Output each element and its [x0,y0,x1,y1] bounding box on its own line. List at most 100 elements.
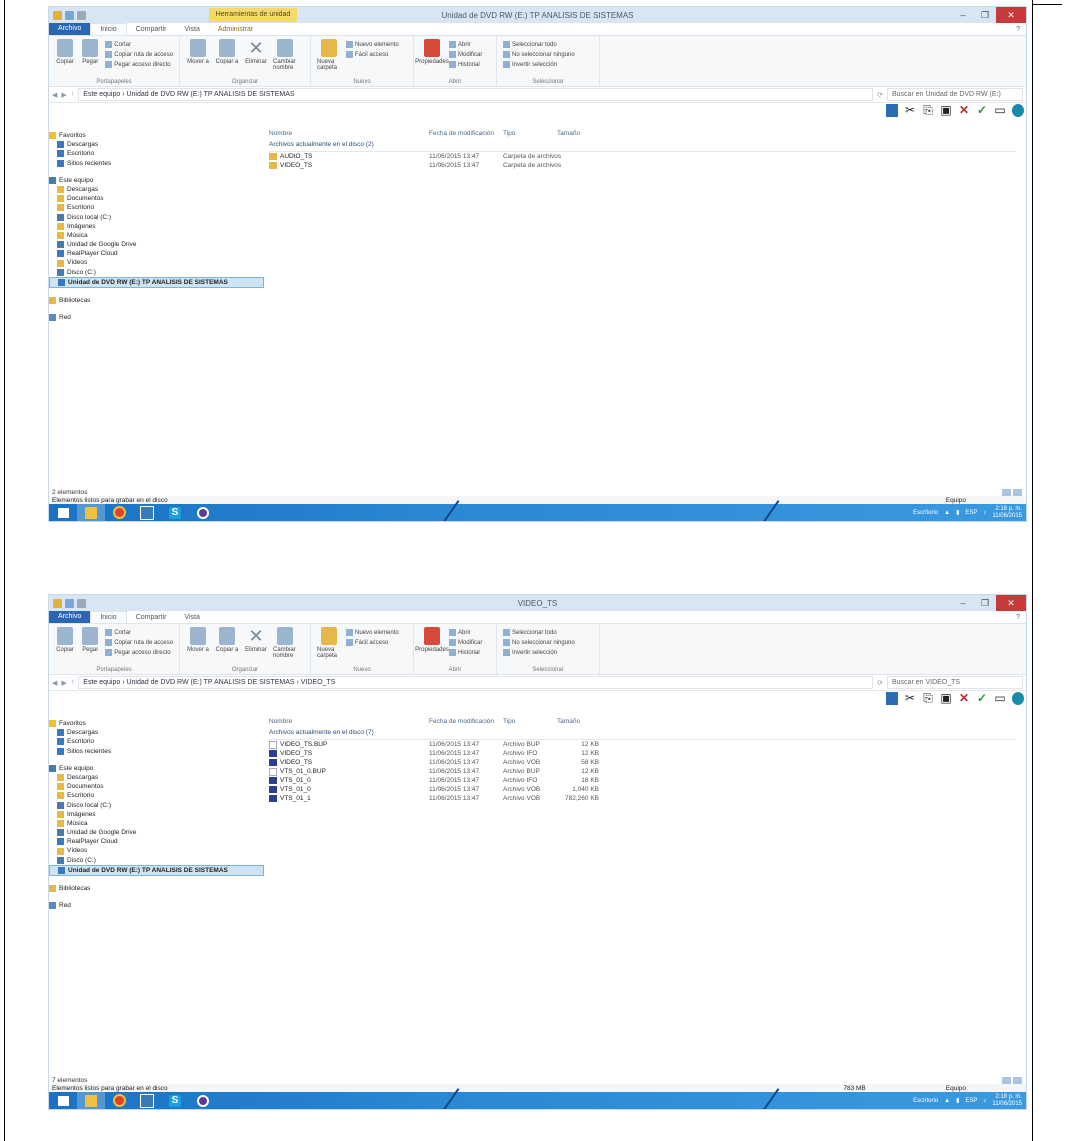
nav-local-disk[interactable]: Disco local (C:) [49,801,264,810]
refresh-button[interactable]: ⟳ [877,679,883,687]
desktop-toolbar[interactable]: Escritorio [913,510,938,516]
nav-pc-desktop[interactable]: Escritorio [49,203,264,212]
easy-access-button[interactable]: Fácil acceso [346,51,399,58]
back-button[interactable]: ◀ [52,91,57,99]
taskbar-chrome[interactable] [105,504,133,521]
start-button[interactable] [49,504,77,521]
paste-icon[interactable]: ▣ [940,692,952,705]
nav-documents[interactable]: Documentos [49,194,264,203]
nav-pc-downloads[interactable]: Descargas [49,185,264,194]
column-date[interactable]: Fecha de modificación [429,717,503,727]
nav-libraries[interactable]: Bibliotecas [49,296,264,305]
nav-desktop[interactable]: Escritorio [49,737,264,746]
nav-libraries[interactable]: Bibliotecas [49,884,264,893]
taskbar-explorer[interactable] [77,504,105,521]
check-icon[interactable]: ✓ [976,104,988,117]
nav-favorites[interactable]: Favoritos [49,131,264,140]
tray-arrow-icon[interactable]: ▲ [944,510,950,516]
pane-icon[interactable] [886,692,898,705]
delete-icon[interactable]: ✕ [958,104,970,117]
minimize-button[interactable]: – [952,595,974,611]
keyboard-indicator[interactable]: ESP [965,510,977,516]
up-button[interactable]: ↑ [71,91,75,98]
tab-share[interactable]: Compartir [127,614,176,621]
up-button[interactable]: ↑ [71,679,75,686]
file-row[interactable]: VIDEO_TS.BUP 11/06/2015 13:47 Archivo BUP 1… [269,740,1026,749]
nav-music[interactable]: Música [49,231,264,240]
column-type[interactable]: Tipo [503,129,557,139]
column-size[interactable]: Tamaño [557,717,599,727]
taskbar-media[interactable] [189,1092,217,1109]
start-button[interactable] [49,1092,77,1109]
column-type[interactable]: Tipo [503,717,557,727]
pane-icon[interactable] [886,104,898,117]
file-row[interactable]: VTS_01_1 11/06/2015 13:47 Archivo VOB 782,2… [269,794,1026,803]
maximize-button[interactable]: ❐ [974,7,996,23]
refresh-button[interactable]: ⟳ [877,91,883,99]
paste-shortcut-button[interactable]: Pegar acceso directo [105,61,173,68]
history-button[interactable]: Historial [449,649,482,656]
edit-button[interactable]: Modificar [449,51,482,58]
back-button[interactable]: ◀ [52,679,57,687]
nav-downloads[interactable]: Descargas [49,728,264,737]
nav-dvd-drive[interactable]: Unidad de DVD RW (E:) TP ANALISIS DE SIS… [49,864,264,876]
file-row[interactable]: VTS_01_0 11/06/2015 13:47 Archivo IFO 18 KB [269,776,1026,785]
keyboard-indicator[interactable]: ESP [965,1098,977,1104]
open-button[interactable]: Abrir [449,41,482,48]
address-bar[interactable]: Este equipo › Unidad de DVD RW (E:) TP A… [78,676,874,689]
taskbar-skype[interactable]: S [161,504,189,521]
nav-disk-c[interactable]: Disco (C:) [49,856,264,865]
tab-file[interactable]: Archivo [49,23,91,35]
address-bar[interactable]: Este equipo › Unidad de DVD RW (E:) TP A… [78,88,874,101]
easy-access-button[interactable]: Fácil acceso [346,639,399,646]
nav-local-disk[interactable]: Disco local (C:) [49,213,264,222]
nav-this-pc[interactable]: Este equipo [49,176,264,185]
nav-desktop[interactable]: Escritorio [49,149,264,158]
file-row[interactable]: VIDEO_TS 11/06/2015 13:47 Archivo IFO 12 KB [269,749,1026,758]
forward-button[interactable]: ▶ [61,679,66,687]
column-name[interactable]: Nombre [269,717,429,727]
minimize-button[interactable]: – [952,7,974,23]
history-button[interactable]: Historial [449,61,482,68]
forward-button[interactable]: ▶ [61,91,66,99]
copy-path-button[interactable]: Copiar ruta de acceso [105,51,173,58]
nav-network[interactable]: Red [49,313,264,322]
details-view-icon[interactable] [1002,488,1011,496]
tab-share[interactable]: Compartir [127,26,176,33]
nav-network[interactable]: Red [49,901,264,910]
help-icon[interactable]: ? [1007,614,1026,621]
group-header[interactable]: Archivos actualmente en el disco (2) [269,139,1016,152]
nav-recent[interactable]: Sitios recientes [49,159,264,168]
tiles-view-icon[interactable] [1013,488,1022,496]
close-button[interactable]: ✕ [996,595,1026,611]
clock[interactable]: 2:18 p. m. 11/06/2015 [992,506,1022,520]
file-row[interactable]: VTS_01_0.BUP 11/06/2015 13:47 Archivo BUP 1… [269,767,1026,776]
file-row[interactable]: AUDIO_TS 11/06/2015 13:47 Carpeta de archi… [269,152,1026,161]
column-name[interactable]: Nombre [269,129,429,139]
desktop-toolbar[interactable]: Escritorio [913,1098,938,1104]
globe-icon[interactable] [1012,692,1024,705]
search-input[interactable]: Buscar en VIDEO_TS [887,676,1023,689]
copy-path-button[interactable]: Copiar ruta de acceso [105,639,173,646]
battery-icon[interactable]: ▮ [956,509,959,516]
cut-button[interactable]: Cortar [105,629,173,636]
select-all-button[interactable]: Seleccionar todo [503,629,575,636]
tab-home[interactable]: Inicio [90,23,127,35]
select-none-button[interactable]: No seleccionar ninguno [503,51,575,58]
tab-view[interactable]: Vista [175,614,208,621]
taskbar-skype[interactable]: S [161,1092,189,1109]
tab-file[interactable]: Archivo [49,611,91,623]
maximize-button[interactable]: ❐ [974,595,996,611]
group-header[interactable]: Archivos actualmente en el disco (7) [269,727,1016,740]
nav-disk-c[interactable]: Disco (C:) [49,268,264,277]
speaker-icon[interactable]: ♪ [983,1098,986,1104]
nav-videos[interactable]: Vídeos [49,258,264,267]
nav-recent[interactable]: Sitios recientes [49,747,264,756]
nav-google-drive[interactable]: Unidad de Google Drive [49,240,264,249]
speaker-icon[interactable]: ♪ [983,510,986,516]
help-icon[interactable]: ? [1007,26,1026,33]
select-none-button[interactable]: No seleccionar ninguno [503,639,575,646]
battery-icon[interactable]: ▮ [956,1097,959,1104]
tiles-view-icon[interactable] [1013,1076,1022,1084]
taskbar-app[interactable] [133,504,161,521]
